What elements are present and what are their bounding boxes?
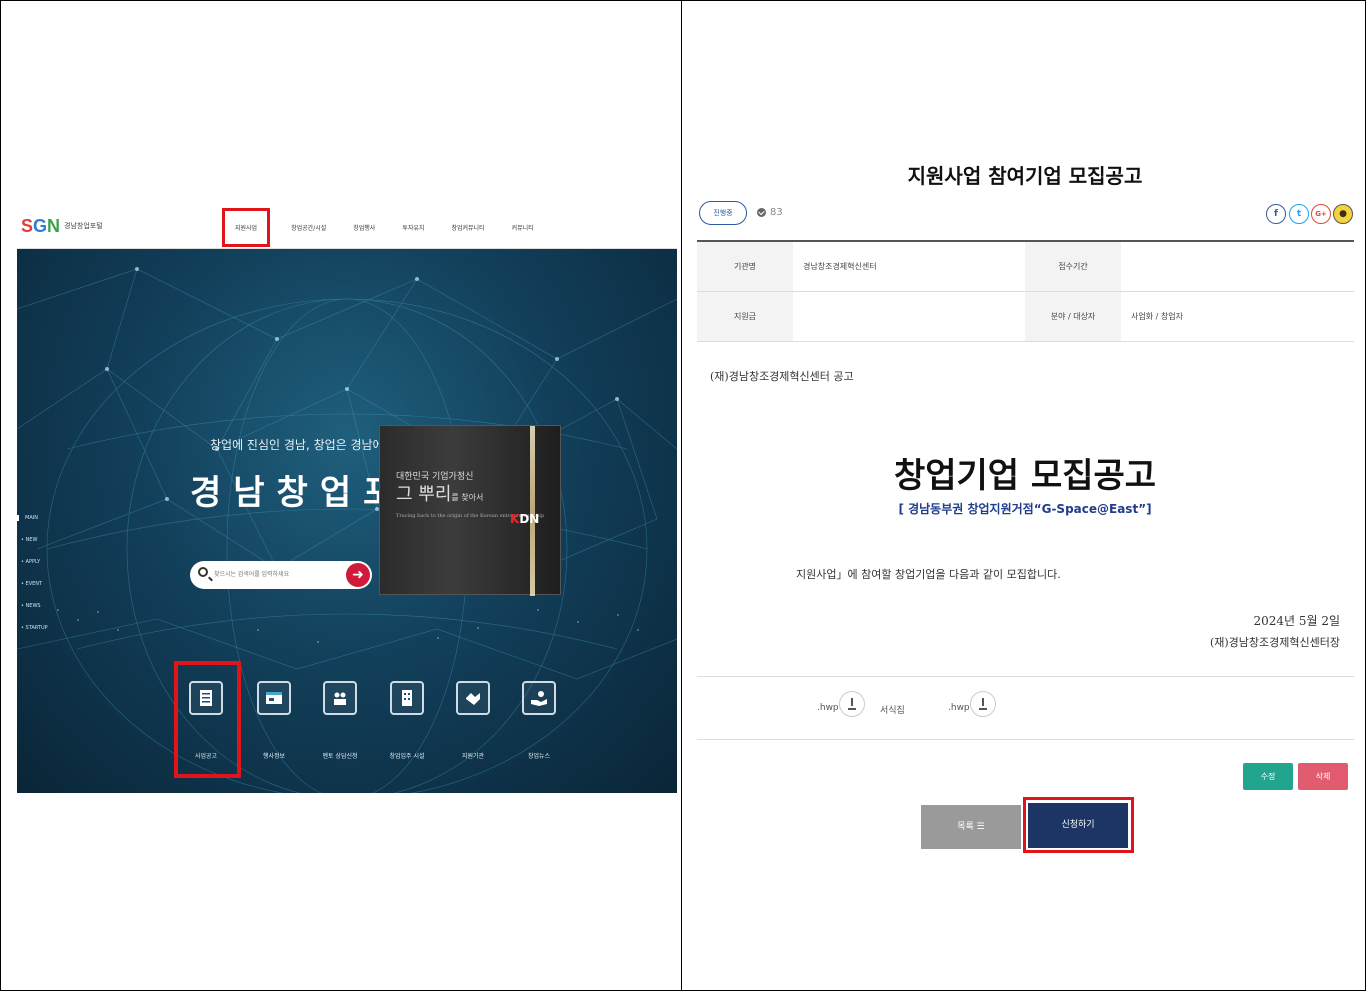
calendar-card-icon (266, 692, 282, 704)
side-menu: MAIN • NEW • APPLY • EVENT • NEWS • STAR… (17, 515, 48, 647)
hero-banner: MAIN • NEW • APPLY • EVENT • NEWS • STAR… (17, 249, 677, 793)
hero-search-input[interactable] (214, 567, 334, 583)
portal-main-screenshot: SGN 경남창업포털 지원사업 창업공간/시설 창업행사 투자유치 창업커뮤니티… (17, 205, 677, 793)
table-header-period: 접수기간 (1025, 242, 1121, 291)
handshake-icon (466, 693, 480, 705)
building-icon (402, 690, 412, 706)
table-header-field: 분야 / 대상자 (1025, 292, 1121, 341)
quick-event-info[interactable] (257, 681, 291, 715)
notice-date: 2024년 5월 2일 (1253, 614, 1340, 628)
site-logo[interactable]: SGN 경남창업포털 (21, 215, 111, 237)
view-check-icon (757, 208, 766, 217)
hero-promo-image[interactable]: 대한민국 기업가정신 그 뿌리를 찾아서 Tracing back to the… (379, 425, 561, 596)
side-menu-startup[interactable]: • STARTUP (21, 625, 48, 631)
list-button[interactable]: 목록 ☰ (921, 805, 1021, 849)
share-google-icon[interactable]: G+ (1311, 204, 1331, 224)
logo-text: 경남창업포털 (64, 222, 103, 230)
notice-issuer: (재)경남창조경제혁신센터 공고 (710, 370, 854, 383)
nav-item-event[interactable]: 창업행사 (353, 223, 375, 232)
quick-mentor-apply[interactable] (323, 681, 357, 715)
nav-item-support-business[interactable]: 지원사업 (221, 207, 271, 247)
table-row: 지원금 분야 / 대상자 사업화 / 창업자 (697, 292, 1354, 342)
side-menu-startup-label: STARTUP (25, 625, 48, 631)
table-row: 기관명 경남창조경제혁신센터 접수기간 (697, 242, 1354, 292)
quick-startup-facility[interactable] (390, 681, 424, 715)
hero-search-bar: ➜ (190, 561, 372, 589)
post-title: 지원사업 참여기업 모집공고 (907, 164, 1143, 188)
download-icon[interactable] (970, 691, 996, 717)
attachment-2-name: .hwp (948, 703, 970, 713)
main-nav: 지원사업 창업공간/시설 창업행사 투자유치 창업커뮤니티 커뮤니티 (221, 205, 561, 249)
side-menu-new[interactable]: • NEW (21, 537, 48, 543)
quick-label-mentor-apply: 멘토 상담신청 (322, 753, 358, 760)
delete-button[interactable]: 삭제 (1298, 763, 1348, 790)
share-facebook-icon[interactable]: f (1266, 204, 1286, 224)
table-header-agency: 기관명 (697, 242, 793, 291)
table-value-field: 사업화 / 창업자 (1131, 312, 1183, 321)
site-header: SGN 경남창업포털 지원사업 창업공간/시설 창업행사 투자유치 창업커뮤니티… (17, 205, 677, 249)
kdn-logo: KDN (510, 512, 540, 526)
side-menu-main[interactable]: MAIN (17, 515, 48, 521)
panel-divider (681, 0, 682, 991)
status-badge: 진행중 (699, 201, 747, 225)
quick-label-event-info: 행사정보 (262, 753, 286, 760)
logo-mark: SGN (21, 215, 61, 236)
promo-line1: 대한민국 기업가정신 (396, 472, 474, 482)
people-meeting-icon (334, 692, 346, 705)
view-count-value: 83 (770, 207, 783, 218)
quick-label-startup-news: 창업뉴스 (527, 753, 551, 760)
attachment-1-name: .hwp (817, 703, 839, 713)
notice-signature: (재)경남창조경제혁신센터장 (1209, 636, 1340, 649)
hand-coin-icon (531, 691, 547, 706)
promo-line2-text: 그 뿌리 (396, 484, 452, 505)
table-value-period (1121, 242, 1354, 291)
quick-support-agency[interactable] (456, 681, 490, 715)
side-menu-news-label: NEWS (25, 603, 41, 609)
side-menu-new-label: NEW (25, 537, 38, 543)
notice-body-text: 지원사업」에 참여할 창업기업을 다음과 같이 모집합니다. (796, 568, 1061, 581)
nav-item-startup-community[interactable]: 창업커뮤니티 (451, 223, 484, 232)
search-submit-arrow-icon[interactable]: ➜ (346, 563, 370, 587)
edit-button[interactable]: 수정 (1243, 763, 1293, 790)
download-icon[interactable] (839, 691, 865, 717)
search-icon (198, 567, 208, 577)
quick-label-startup-facility: 창업입주 시설 (389, 753, 425, 760)
side-menu-news[interactable]: • NEWS (21, 603, 48, 609)
view-count: 83 (757, 207, 783, 218)
table-header-fund: 지원금 (697, 292, 793, 341)
highlight-box-business-notice (174, 661, 241, 778)
table-value-agency: 경남창조경제혁신센터 (803, 262, 877, 271)
notice-heading: 창업기업 모집공고 (893, 456, 1157, 496)
side-menu-event[interactable]: • EVENT (21, 581, 48, 587)
notice-subheading: [ 경남동부권 창업지원거점“G-Space@East”] (898, 502, 1152, 516)
attachment-bar: .hwp 서식집 .hwp (697, 676, 1354, 740)
nav-item-invest[interactable]: 투자유치 (402, 223, 424, 232)
quick-label-support-agency: 지원기관 (461, 753, 485, 760)
quick-startup-news[interactable] (522, 681, 556, 715)
table-value-fund (793, 292, 1025, 341)
info-table: 기관명 경남창조경제혁신센터 접수기간 지원금 분야 / 대상자 사업화 / 창… (697, 240, 1354, 342)
hero-subtitle: 창업에 진심인 경남, 창업은 경남에서 (210, 438, 395, 452)
nav-item-space[interactable]: 창업공간/시설 (291, 223, 326, 232)
nav-item-community[interactable]: 커뮤니티 (512, 223, 534, 232)
side-menu-apply-label: APPLY (25, 559, 41, 565)
promo-line2: 그 뿌리를 찾아서 (396, 484, 544, 509)
share-kakao-icon[interactable]: ● (1333, 204, 1353, 224)
highlight-box-apply (1023, 797, 1134, 853)
side-menu-event-label: EVENT (25, 581, 43, 587)
share-twitter-icon[interactable]: t (1289, 204, 1309, 224)
promo-line3: 를 찾아서 (451, 493, 484, 502)
attachment-2-prefix: 서식집 (880, 706, 905, 716)
side-menu-apply[interactable]: • APPLY (21, 559, 48, 565)
